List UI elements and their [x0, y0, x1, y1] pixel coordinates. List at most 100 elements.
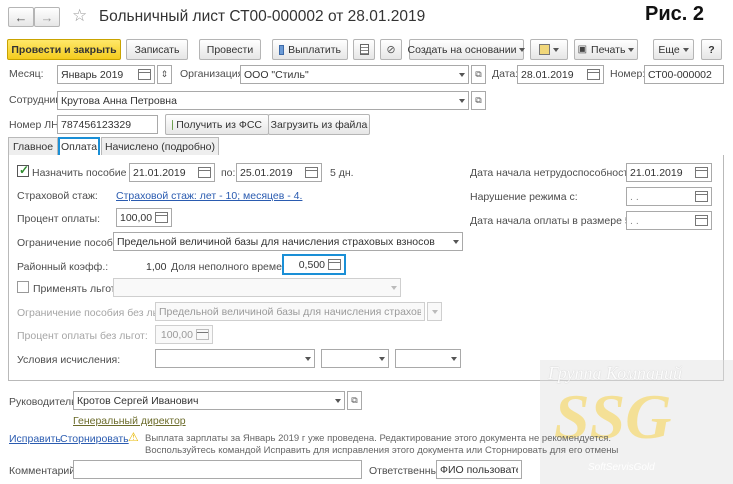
save-button[interactable]: Записать: [126, 39, 188, 60]
warning-icon: ⚠: [128, 430, 139, 444]
regional-value: 1,00: [146, 261, 167, 273]
assign-from-field[interactable]: 21.01.2019: [129, 163, 215, 182]
post-and-close-button[interactable]: Провести и закрыть: [7, 39, 121, 60]
disability-start-label: Дата начала нетрудоспособности:: [470, 167, 637, 179]
chevron-down-icon: [682, 47, 689, 52]
chevron-down-icon[interactable]: [305, 356, 311, 361]
percent-label: Процент оплаты:: [17, 213, 101, 225]
organization-field[interactable]: ООО "Стиль": [240, 65, 469, 84]
parttime-label: Доля неполного времени:: [171, 261, 297, 273]
half-start-label: Дата начала оплаты в размере 50%:: [470, 215, 649, 227]
tab-accrued-detailed[interactable]: Начислено (подробно): [101, 137, 219, 156]
ln-number-field[interactable]: 787456123329: [57, 115, 158, 134]
assign-benefit-checkbox[interactable]: ✓: [17, 163, 30, 177]
percent-field[interactable]: 100,00: [116, 208, 172, 227]
employee-field[interactable]: Крутова Анна Петровна: [57, 91, 469, 110]
chevron-down-icon: [519, 47, 526, 52]
chevron-down-icon[interactable]: [459, 72, 465, 77]
conditions-select-3[interactable]: [395, 349, 461, 368]
calendar-icon[interactable]: [695, 191, 708, 202]
post-button[interactable]: Провести: [199, 39, 261, 60]
comment-field[interactable]: [73, 460, 362, 479]
limit-select[interactable]: Предельной величиной базы для начисления…: [113, 232, 463, 251]
calendar-icon[interactable]: [198, 167, 211, 178]
window-title: Больничный лист СТ00-000002 от 28.01.201…: [99, 8, 426, 25]
watermark-name-text: SoftServisGold: [588, 462, 655, 473]
checkmark-icon: ✓: [19, 163, 30, 177]
parttime-field[interactable]: 0,500: [282, 254, 346, 275]
arrow-right-icon: →: [40, 9, 54, 25]
calendar-icon[interactable]: [587, 69, 600, 80]
manager-open-button[interactable]: ⧉: [347, 391, 362, 410]
regional-label: Районный коэфф.:: [17, 261, 109, 273]
chevron-down-icon: [628, 47, 635, 52]
conditions-select-2[interactable]: [321, 349, 389, 368]
position-link[interactable]: Генеральный директор: [73, 415, 186, 427]
limit-nobenefit-label: Ограничение пособия без льгот:: [17, 307, 176, 319]
chevron-down-icon[interactable]: [451, 356, 457, 361]
limit-nobenefit-dropdown[interactable]: [427, 302, 442, 321]
date-label: Дата:: [492, 68, 519, 80]
calculator-icon[interactable]: [196, 329, 209, 340]
insurance-label: Страховой стаж:: [17, 190, 98, 202]
calculator-icon[interactable]: [328, 259, 341, 270]
percent-nobenefit-field[interactable]: 100,00: [155, 325, 213, 344]
help-button[interactable]: ?: [701, 39, 722, 60]
disability-start-field[interactable]: 21.01.2019: [626, 163, 712, 182]
half-start-field[interactable]: . .: [626, 211, 712, 230]
ln-number-label: Номер ЛН:: [9, 119, 62, 131]
fix-link[interactable]: Исправить: [9, 433, 61, 445]
calendar-icon[interactable]: [305, 167, 318, 178]
pay-icon: [279, 44, 285, 55]
chevron-down-icon[interactable]: [453, 239, 459, 244]
chevron-down-icon[interactable]: [459, 98, 465, 103]
pay-button[interactable]: Выплатить: [272, 39, 348, 60]
insurance-link[interactable]: Страховой стаж: лет - 10; месяцев - 4.: [116, 190, 302, 202]
date-field[interactable]: 28.01.2019: [517, 65, 604, 84]
days-count: 5 дн.: [330, 167, 354, 179]
more-button[interactable]: Еще: [653, 39, 694, 60]
chevron-down-icon[interactable]: [335, 398, 341, 403]
documents-icon: [539, 44, 550, 55]
chevron-down-icon[interactable]: [379, 356, 385, 361]
employee-open-button[interactable]: ⧉: [471, 91, 486, 110]
print-button[interactable]: ▣ Печать: [574, 39, 638, 60]
assign-to-label: по:: [221, 167, 236, 179]
chevron-down-icon: [553, 47, 559, 52]
calendar-icon[interactable]: [695, 215, 708, 226]
tab-payment[interactable]: Оплата: [58, 137, 100, 157]
report-button[interactable]: [353, 39, 375, 60]
manager-field[interactable]: Кротов Сергей Иванович: [73, 391, 345, 410]
forward-button[interactable]: →: [34, 7, 60, 27]
calendar-icon[interactable]: [138, 69, 151, 80]
load-from-file-button[interactable]: Загрузить из файла: [268, 114, 370, 135]
benefits-select[interactable]: [113, 278, 401, 297]
figure-label: Рис. 2: [645, 3, 704, 25]
back-button[interactable]: ←: [8, 7, 34, 27]
reverse-link[interactable]: Сторнировать: [60, 433, 129, 445]
title-bar: ← → ☆ Больничный лист СТ00-000002 от 28.…: [0, 0, 733, 34]
get-from-fss-button[interactable]: Получить из ФСС: [165, 114, 269, 135]
limit-nobenefit-select[interactable]: Предельной величиной базы для начисления…: [155, 302, 425, 321]
number-field[interactable]: СТ00-000002: [644, 65, 724, 84]
documents-button[interactable]: [530, 39, 568, 60]
chevron-down-icon[interactable]: [391, 285, 397, 290]
favorite-star-icon[interactable]: ☆: [72, 6, 87, 26]
assign-to-field[interactable]: 25.01.2019: [236, 163, 322, 182]
apply-benefits-checkbox[interactable]: [17, 281, 29, 293]
attach-button[interactable]: ⊘: [380, 39, 402, 60]
conditions-select-1[interactable]: [155, 349, 315, 368]
warning-line-1: Выплата зарплаты за Январь 2019 г уже пр…: [145, 433, 612, 444]
calculator-icon[interactable]: [155, 212, 168, 223]
tab-main[interactable]: Главное: [8, 137, 58, 156]
paperclip-icon: ⊘: [386, 44, 396, 56]
month-field[interactable]: Январь 2019: [57, 65, 155, 84]
month-spinner[interactable]: ⇕: [157, 65, 172, 84]
violation-field[interactable]: . .: [626, 187, 712, 206]
create-based-button[interactable]: Создать на основании: [408, 39, 526, 60]
calendar-icon[interactable]: [695, 167, 708, 178]
arrow-left-icon: ←: [14, 9, 28, 25]
responsible-field[interactable]: ФИО пользователя: [436, 460, 522, 479]
violation-label: Нарушение режима с:: [470, 191, 578, 203]
organization-open-button[interactable]: ⧉: [471, 65, 486, 84]
